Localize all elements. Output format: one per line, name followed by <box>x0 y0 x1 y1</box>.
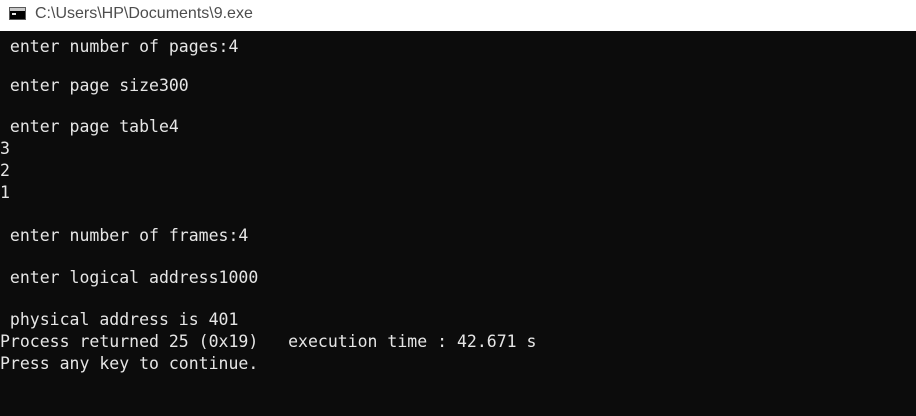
console-line: enter logical address1000 <box>0 268 259 287</box>
console-line: enter number of pages:4 <box>0 37 239 56</box>
console-line: 1 <box>0 183 10 202</box>
title-bar[interactable]: C:\Users\HP\Documents\9.exe <box>0 0 916 31</box>
console-line: 3 <box>0 139 10 158</box>
console-line: enter number of frames:4 <box>0 226 249 245</box>
console-window: C:\Users\HP\Documents\9.exe enter number… <box>0 0 916 416</box>
console-line: Press any key to continue. <box>0 354 259 373</box>
console-line: Process returned 25 (0x19) execution tim… <box>0 332 537 351</box>
window-title: C:\Users\HP\Documents\9.exe <box>35 5 253 22</box>
console-app-icon[interactable] <box>9 7 26 20</box>
console-line: 2 <box>0 161 10 180</box>
console-line: enter page table4 <box>0 117 179 136</box>
console-line: physical address is 401 <box>0 310 239 329</box>
console-line: enter page size300 <box>0 76 189 95</box>
console-output[interactable]: enter number of pages:4 enter page size3… <box>0 31 916 416</box>
